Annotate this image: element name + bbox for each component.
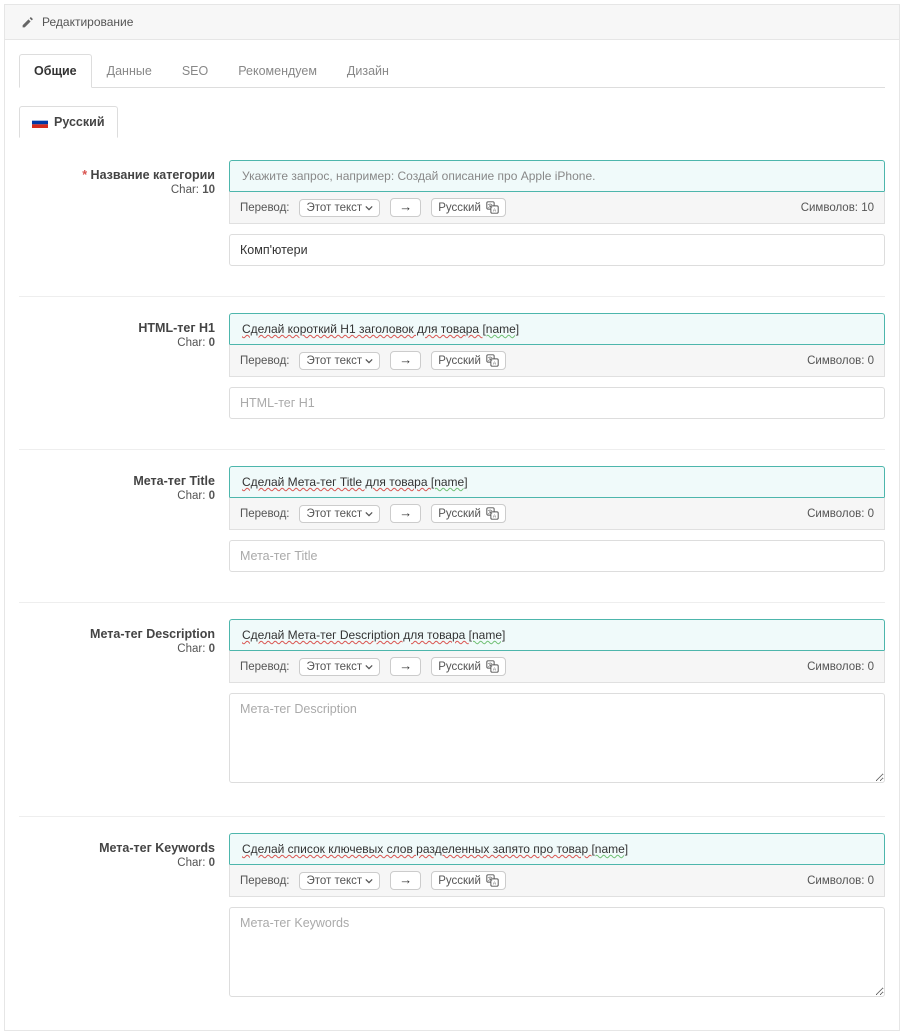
svg-text:文: 文 (488, 662, 493, 669)
prompt-input[interactable]: Сделай короткий H1 заголовок для товара … (229, 313, 885, 344)
translate-icon: 文A (486, 874, 499, 887)
source-select[interactable]: Этот текст (299, 872, 380, 890)
translate-label: Перевод: (240, 508, 289, 520)
symbol-count: Символов: 0 (807, 875, 874, 887)
translate-bar: Перевод: Этот текст → Русский 文A Символов: … (229, 650, 885, 683)
field-row-3: Мета-тег DescriptionChar: 0Сделай Мета-т… (19, 619, 885, 817)
field-row-4: Мета-тег KeywordsChar: 0Сделай список кл… (19, 833, 885, 1030)
symbol-count: Символов: 0 (807, 508, 874, 520)
field-label: * Название категорииChar: 10 (19, 160, 229, 266)
tab-3[interactable]: Рекомендуем (223, 54, 332, 88)
field-input[interactable] (229, 387, 885, 419)
field-label: HTML-тег H1Char: 0 (19, 313, 229, 419)
language-tabs: Русский (19, 106, 118, 138)
translate-bar: Перевод: Этот текст → Русский 文A Символов: … (229, 191, 885, 224)
field-label: Мета-тег KeywordsChar: 0 (19, 833, 229, 1000)
field-input[interactable] (229, 693, 885, 783)
field-row-2: Мета-тег TitleChar: 0Сделай Мета-тег Tit… (19, 466, 885, 603)
translate-label: Перевод: (240, 202, 289, 214)
panel-title: Редактирование (42, 15, 133, 29)
chevron-down-icon (365, 510, 373, 518)
target-lang-select[interactable]: Русский 文A (431, 351, 506, 370)
flag-ru-icon (32, 117, 48, 128)
source-select[interactable]: Этот текст (299, 352, 380, 370)
translate-button[interactable]: → (390, 198, 421, 217)
translate-label: Перевод: (240, 661, 289, 673)
translate-bar: Перевод: Этот текст → Русский 文A Символов: … (229, 344, 885, 377)
panel-header: Редактирование (4, 4, 900, 39)
symbol-count: Символов: 0 (807, 661, 874, 673)
tab-1[interactable]: Данные (92, 54, 167, 88)
source-select[interactable]: Этот текст (299, 658, 380, 676)
field-label: Мета-тег DescriptionChar: 0 (19, 619, 229, 786)
chevron-down-icon (365, 877, 373, 885)
svg-text:文: 文 (488, 203, 493, 210)
translate-button[interactable]: → (390, 504, 421, 523)
translate-bar: Перевод: Этот текст → Русский 文A Символов: … (229, 864, 885, 897)
svg-text:文: 文 (488, 509, 493, 516)
translate-icon: 文A (486, 660, 499, 673)
chevron-down-icon (365, 663, 373, 671)
field-row-1: HTML-тег H1Char: 0Сделай короткий H1 заг… (19, 313, 885, 450)
translate-button[interactable]: → (390, 871, 421, 890)
translate-button[interactable]: → (390, 351, 421, 370)
prompt-input[interactable]: Сделай Мета-тег Title для товара [name] (229, 466, 885, 497)
field-input[interactable] (229, 907, 885, 997)
target-lang-select[interactable]: Русский 文A (431, 504, 506, 523)
tab-4[interactable]: Дизайн (332, 54, 404, 88)
translate-icon: 文A (486, 201, 499, 214)
translate-icon: 文A (486, 354, 499, 367)
source-select[interactable]: Этот текст (299, 199, 380, 217)
symbol-count: Символов: 0 (807, 355, 874, 367)
translate-button[interactable]: → (390, 657, 421, 676)
svg-text:文: 文 (488, 356, 493, 363)
translate-label: Перевод: (240, 875, 289, 887)
prompt-input[interactable]: Укажите запрос, например: Создай описани… (229, 160, 885, 191)
target-lang-select[interactable]: Русский 文A (431, 198, 506, 217)
field-input[interactable] (229, 540, 885, 572)
prompt-input[interactable]: Сделай список ключевых слов разделенных … (229, 833, 885, 864)
main-tabs: ОбщиеДанныеSEOРекомендуемДизайн (19, 54, 885, 88)
lang-tab-label: Русский (54, 115, 105, 129)
prompt-input[interactable]: Сделай Мета-тег Description для товара [… (229, 619, 885, 650)
field-row-0: * Название категорииChar: 10Укажите запр… (19, 160, 885, 297)
target-lang-select[interactable]: Русский 文A (431, 871, 506, 890)
field-input[interactable] (229, 234, 885, 266)
chevron-down-icon (365, 357, 373, 365)
chevron-down-icon (365, 204, 373, 212)
tab-0[interactable]: Общие (19, 54, 92, 88)
target-lang-select[interactable]: Русский 文A (431, 657, 506, 676)
translate-bar: Перевод: Этот текст → Русский 文A Символов: … (229, 497, 885, 530)
lang-tab-russian[interactable]: Русский (19, 106, 118, 138)
svg-text:文: 文 (488, 876, 493, 883)
source-select[interactable]: Этот текст (299, 505, 380, 523)
pencil-icon (21, 16, 34, 29)
tab-2[interactable]: SEO (167, 54, 223, 88)
symbol-count: Символов: 10 (801, 202, 874, 214)
translate-icon: 文A (486, 507, 499, 520)
field-label: Мета-тег TitleChar: 0 (19, 466, 229, 572)
translate-label: Перевод: (240, 355, 289, 367)
